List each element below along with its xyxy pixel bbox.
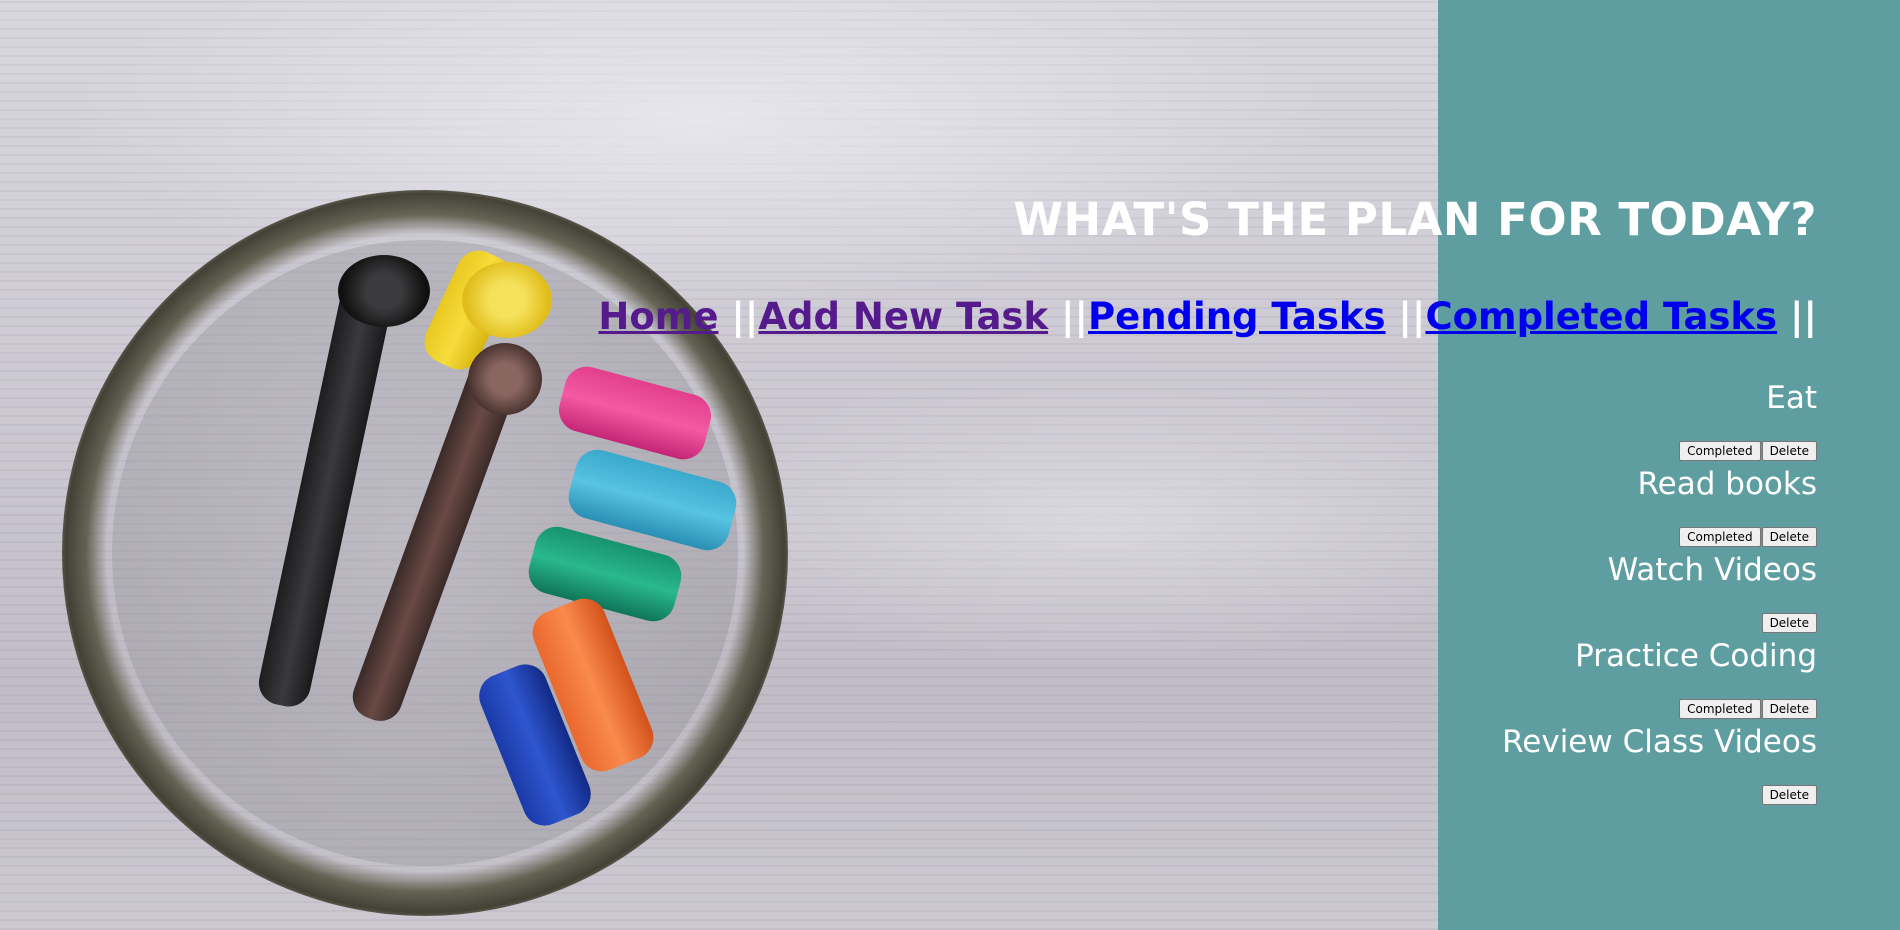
task-name: Review Class Videos xyxy=(1502,724,1817,760)
nav-separator: || xyxy=(1789,295,1817,338)
delete-button[interactable]: Delete xyxy=(1761,441,1817,461)
task-actions: Delete xyxy=(1761,613,1817,633)
task-list: Eat Completed Delete Read books Completed… xyxy=(1217,380,1817,810)
task-actions: Delete xyxy=(1761,785,1817,805)
task-actions: Completed Delete xyxy=(1678,699,1817,719)
nav-link-completed-tasks[interactable]: Completed Tasks xyxy=(1425,295,1777,338)
delete-button[interactable]: Delete xyxy=(1761,527,1817,547)
nav-bar: Home ||Add New Task ||Pending Tasks ||Co… xyxy=(598,295,1817,338)
nav-link-pending-tasks[interactable]: Pending Tasks xyxy=(1088,295,1386,338)
task-actions: Completed Delete xyxy=(1678,527,1817,547)
completed-button[interactable]: Completed xyxy=(1679,527,1761,547)
nav-separator: || xyxy=(1398,295,1426,338)
task-item: Eat Completed Delete xyxy=(1217,380,1817,466)
yellow-pen-cap xyxy=(462,262,552,338)
nav-separator: || xyxy=(1060,295,1088,338)
task-item: Watch Videos Delete xyxy=(1217,552,1817,638)
task-actions: Completed Delete xyxy=(1678,441,1817,461)
nav-link-home[interactable]: Home xyxy=(598,295,718,338)
delete-button[interactable]: Delete xyxy=(1761,699,1817,719)
completed-button[interactable]: Completed xyxy=(1679,699,1761,719)
task-name: Eat xyxy=(1766,380,1817,416)
task-name: Watch Videos xyxy=(1607,552,1817,588)
black-pen-cap xyxy=(338,255,430,327)
nav-link-add-new-task[interactable]: Add New Task xyxy=(758,295,1048,338)
task-item: Review Class Videos Delete xyxy=(1217,724,1817,810)
task-item: Practice Coding Completed Delete xyxy=(1217,638,1817,724)
task-name: Read books xyxy=(1637,466,1817,502)
task-item: Read books Completed Delete xyxy=(1217,466,1817,552)
completed-button[interactable]: Completed xyxy=(1679,441,1761,461)
task-name: Practice Coding xyxy=(1575,638,1817,674)
nav-separator: || xyxy=(731,295,759,338)
delete-button[interactable]: Delete xyxy=(1761,785,1817,805)
delete-button[interactable]: Delete xyxy=(1761,613,1817,633)
brown-pen-cap xyxy=(468,343,542,415)
page-title: WHAT'S THE PLAN FOR TODAY? xyxy=(1013,193,1817,246)
